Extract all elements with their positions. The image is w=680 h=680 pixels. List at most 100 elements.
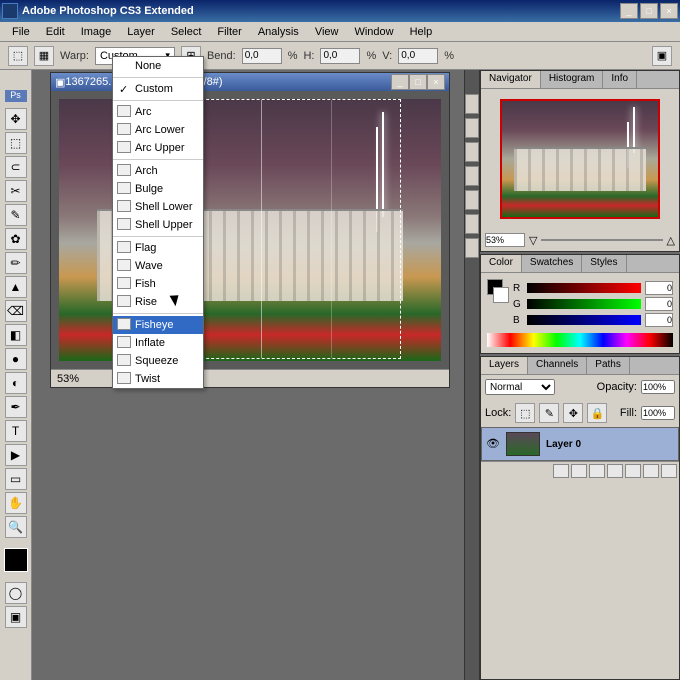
fill-input[interactable] [641, 406, 675, 420]
doc-minimize[interactable]: _ [391, 74, 409, 90]
layer-name[interactable]: Layer 0 [546, 439, 581, 450]
lock-transparency-icon[interactable]: ⬚ [515, 403, 535, 423]
warp-option-shell-lower[interactable]: Shell Lower [113, 198, 203, 216]
warp-option-inflate[interactable]: Inflate [113, 334, 203, 352]
dock-button-7[interactable] [465, 238, 479, 258]
menu-analysis[interactable]: Analysis [250, 24, 307, 40]
document-titlebar[interactable]: ▣ 1367265... % (Layer 0, RGB/8#) _ □ × [51, 73, 449, 91]
screenmode-icon[interactable]: ▣ [5, 606, 27, 628]
menu-layer[interactable]: Layer [119, 24, 163, 40]
tool-path[interactable]: ▶ [5, 444, 27, 466]
slider-red[interactable] [527, 283, 641, 293]
dock-button-4[interactable] [465, 166, 479, 186]
lock-pixels-icon[interactable]: ✎ [539, 403, 559, 423]
warp-option-squeeze[interactable]: Squeeze [113, 352, 203, 370]
tool-pen[interactable]: ✒ [5, 396, 27, 418]
dock-button-5[interactable] [465, 190, 479, 210]
warp-option-fish[interactable]: Fish [113, 275, 203, 293]
transform-icon[interactable]: ⬚ [8, 46, 28, 66]
delete-layer-icon[interactable] [661, 464, 677, 478]
navigator-thumbnail[interactable] [500, 99, 660, 219]
tool-type[interactable]: T [5, 420, 27, 442]
tab-histogram[interactable]: Histogram [541, 71, 604, 88]
foreground-color-swatch[interactable] [4, 548, 28, 572]
menu-help[interactable]: Help [402, 24, 441, 40]
warp-option-arch[interactable]: Arch [113, 162, 203, 180]
opacity-input[interactable] [641, 380, 675, 394]
tool-move[interactable]: ✥ [5, 108, 27, 130]
warp-option-shell-upper[interactable]: Shell Upper [113, 216, 203, 234]
transform-bounding-box[interactable] [191, 99, 401, 359]
tool-heal[interactable]: ✿ [5, 228, 27, 250]
tool-shape[interactable]: ▭ [5, 468, 27, 490]
menu-edit[interactable]: Edit [38, 24, 73, 40]
lock-position-icon[interactable]: ✥ [563, 403, 583, 423]
warp-option-custom[interactable]: Custom [113, 80, 203, 98]
dock-button-1[interactable] [465, 94, 479, 114]
tool-eraser[interactable]: ⌫ [5, 300, 27, 322]
warp-option-fisheye[interactable]: Fisheye [113, 316, 203, 334]
blend-mode-select[interactable]: Normal [485, 379, 555, 395]
warp-option-arc[interactable]: Arc [113, 103, 203, 121]
warp-option-rise[interactable]: Rise [113, 293, 203, 311]
dock-button-2[interactable] [465, 118, 479, 138]
tool-eyedropper[interactable]: ✎ [5, 204, 27, 226]
slider-blue[interactable] [527, 315, 641, 325]
warp-option-twist[interactable]: Twist [113, 370, 203, 388]
tab-layers[interactable]: Layers [481, 357, 528, 374]
group-icon[interactable] [625, 464, 641, 478]
workspace-icon[interactable]: ▣ [652, 46, 672, 66]
tool-marquee[interactable]: ⬚ [5, 132, 27, 154]
quickmask-icon[interactable]: ◯ [5, 582, 27, 604]
bend-input[interactable] [242, 48, 282, 64]
menu-window[interactable]: Window [346, 24, 401, 40]
menu-filter[interactable]: Filter [209, 24, 249, 40]
zoom-in-icon[interactable]: △ [667, 234, 675, 247]
menu-select[interactable]: Select [163, 24, 210, 40]
layer-thumbnail[interactable] [506, 432, 540, 456]
color-spectrum[interactable] [487, 333, 673, 347]
warp-option-arc-lower[interactable]: Arc Lower [113, 121, 203, 139]
document-canvas[interactable] [51, 91, 449, 369]
tool-crop[interactable]: ✂ [5, 180, 27, 202]
input-blue[interactable] [645, 313, 673, 327]
lock-all-icon[interactable]: 🔒 [587, 403, 607, 423]
navigator-zoom-input[interactable] [485, 233, 525, 247]
menu-image[interactable]: Image [73, 24, 120, 40]
dock-button-6[interactable] [465, 214, 479, 234]
h-input[interactable] [320, 48, 360, 64]
zoom-out-icon[interactable]: ▽ [529, 234, 537, 247]
minimize-button[interactable]: _ [620, 3, 638, 19]
warp-option-none[interactable]: None [113, 57, 203, 75]
maximize-button[interactable]: □ [640, 3, 658, 19]
tab-styles[interactable]: Styles [582, 255, 626, 272]
warp-option-flag[interactable]: Flag [113, 239, 203, 257]
link-layers-icon[interactable] [553, 464, 569, 478]
grid-icon[interactable]: ▦ [34, 46, 54, 66]
tool-lasso[interactable]: ⊂ [5, 156, 27, 178]
layer-mask-icon[interactable] [589, 464, 605, 478]
new-layer-icon[interactable] [643, 464, 659, 478]
color-background[interactable] [493, 287, 509, 303]
tool-zoom[interactable]: 🔍 [5, 516, 27, 538]
doc-close[interactable]: × [427, 74, 445, 90]
dock-button-3[interactable] [465, 142, 479, 162]
close-button[interactable]: × [660, 3, 678, 19]
tool-dodge[interactable]: ◐ [5, 372, 27, 394]
layer-row[interactable]: 👁 Layer 0 [481, 427, 679, 461]
doc-zoom[interactable]: 53% [57, 373, 79, 385]
tool-gradient[interactable]: ◧ [5, 324, 27, 346]
tool-hand[interactable]: ✋ [5, 492, 27, 514]
tab-paths[interactable]: Paths [587, 357, 630, 374]
warp-option-arc-upper[interactable]: Arc Upper [113, 139, 203, 157]
v-input[interactable] [398, 48, 438, 64]
tool-stamp[interactable]: ▲ [5, 276, 27, 298]
warp-option-bulge[interactable]: Bulge [113, 180, 203, 198]
tab-info[interactable]: Info [603, 71, 637, 88]
layer-visibility-icon[interactable]: 👁 [486, 437, 500, 451]
adjustment-layer-icon[interactable] [607, 464, 623, 478]
tool-brush[interactable]: ✏ [5, 252, 27, 274]
tool-blur[interactable]: ● [5, 348, 27, 370]
input-green[interactable] [645, 297, 673, 311]
input-red[interactable] [645, 281, 673, 295]
